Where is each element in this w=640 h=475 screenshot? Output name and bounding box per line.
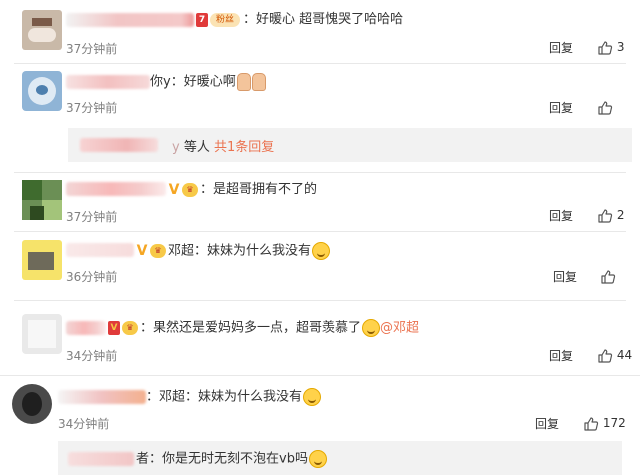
username-blurred[interactable] xyxy=(66,243,134,257)
comment-time: 34分钟前 xyxy=(58,417,110,431)
like-button[interactable]: 3 xyxy=(597,38,624,56)
like-count: 3 xyxy=(616,40,625,54)
like-button[interactable]: 44 xyxy=(597,346,632,364)
smiley-emoji-icon xyxy=(303,388,322,406)
username-blurred[interactable] xyxy=(66,321,106,335)
sub-reply-text: 者：你是无时无刻不泡在vb吗 xyxy=(136,450,327,469)
comment-time: 37分钟前 xyxy=(66,42,118,56)
sub-reply-name-suffix: y xyxy=(172,140,180,155)
like-button[interactable] xyxy=(600,267,616,285)
avatar[interactable] xyxy=(22,180,62,220)
rank-badge-icon: 7 xyxy=(196,12,208,27)
divider xyxy=(0,375,640,376)
thumbs-up-icon xyxy=(601,269,616,284)
username-blurred[interactable] xyxy=(80,138,158,152)
like-count: 172 xyxy=(602,416,626,430)
divider xyxy=(14,300,626,301)
hands-emoji-icon xyxy=(236,73,251,91)
divider xyxy=(14,63,626,64)
reply-button[interactable]: 回复 xyxy=(549,99,573,116)
like-count: 2 xyxy=(616,208,625,222)
thumbs-up-icon xyxy=(598,100,613,115)
fan-medal-icon: ♛ xyxy=(150,244,166,258)
thumbs-up-icon xyxy=(598,40,613,55)
username-blurred[interactable] xyxy=(66,13,194,27)
smiley-emoji-icon xyxy=(362,319,381,337)
comment-text: ：邓超：妹妹为什么我没有 xyxy=(146,388,322,407)
username-blurred[interactable] xyxy=(58,390,146,404)
reply-button[interactable]: 回复 xyxy=(553,268,577,285)
comment-text: V ♛ ：是超哥拥有不了的 xyxy=(168,181,318,198)
smiley-emoji-icon xyxy=(312,242,331,260)
fan-medal-icon: ♛ xyxy=(182,182,198,197)
like-button[interactable]: 172 xyxy=(583,414,626,432)
username-blurred[interactable] xyxy=(66,75,150,89)
divider xyxy=(14,172,626,173)
fan-medal-icon: 粉丝 xyxy=(210,12,240,27)
reply-button[interactable]: 回复 xyxy=(549,207,573,224)
v-badge-icon: V xyxy=(168,181,180,198)
avatar[interactable] xyxy=(22,10,62,50)
sub-replies-box[interactable]: y 等人 共1条回复 xyxy=(68,128,632,162)
fan-medal-icon: ♛ xyxy=(122,321,138,335)
username-blurred[interactable] xyxy=(66,182,166,196)
more-replies-link[interactable]: 共1条回复 xyxy=(214,140,274,155)
avatar[interactable] xyxy=(22,240,62,280)
username-blurred[interactable] xyxy=(68,452,134,466)
comment-text: V ♛ 邓超：妹妹为什么我没有 xyxy=(136,242,331,261)
reply-button[interactable]: 回复 xyxy=(549,347,573,364)
thumbs-up-icon xyxy=(584,416,599,431)
mention-link[interactable]: @邓超 xyxy=(380,321,419,336)
sub-replies-summary: y 等人 共1条回复 xyxy=(172,136,274,155)
divider xyxy=(14,231,626,232)
v-badge-icon: V xyxy=(136,243,148,259)
v-badge-icon: V xyxy=(108,321,120,335)
comment-time: 37分钟前 xyxy=(66,210,118,224)
comment-time: 36分钟前 xyxy=(66,270,118,284)
comment-time: 37分钟前 xyxy=(66,101,118,115)
comment-text: 你y：好暖心啊 xyxy=(150,73,266,92)
sub-reply-who: 等人 xyxy=(183,140,210,155)
like-button[interactable] xyxy=(597,98,613,116)
reply-button[interactable]: 回复 xyxy=(535,415,559,432)
avatar[interactable] xyxy=(22,71,62,111)
hands-emoji-icon xyxy=(251,73,266,91)
thumbs-up-icon xyxy=(598,208,613,223)
comment-text: 7 粉丝 ：好暖心 超哥愧哭了哈哈哈 xyxy=(196,11,403,29)
comment-text: V ♛ ：果然还是爱妈妈多一点，超哥羡慕了 @邓超 xyxy=(108,319,419,338)
avatar[interactable] xyxy=(12,384,52,424)
comment-time: 34分钟前 xyxy=(66,349,118,363)
like-button[interactable]: 2 xyxy=(597,206,624,224)
thumbs-up-icon xyxy=(598,348,613,363)
sub-reply-box: 者：你是无时无刻不泡在vb吗 xyxy=(58,441,622,475)
like-count: 44 xyxy=(616,348,633,362)
thinking-emoji-icon xyxy=(308,450,327,468)
reply-button[interactable]: 回复 xyxy=(549,39,573,56)
avatar[interactable] xyxy=(22,314,62,354)
